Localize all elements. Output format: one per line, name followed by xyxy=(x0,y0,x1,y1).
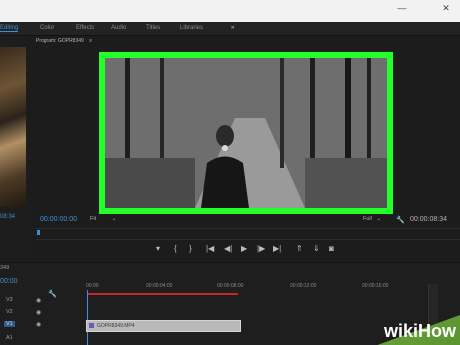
step-back-button[interactable]: ◀| xyxy=(224,244,232,253)
source-timecode: 08:34 xyxy=(0,214,16,220)
window-title-bar: — ✕ xyxy=(0,0,460,22)
eye-icon[interactable]: ◉ xyxy=(36,321,41,328)
playhead-marker[interactable] xyxy=(37,230,40,235)
extract-button[interactable]: ⇓ xyxy=(313,244,320,253)
tab-titles[interactable]: Titles xyxy=(146,25,160,31)
quality-label: Full xyxy=(363,216,372,222)
chevron-down-icon: ⌄ xyxy=(376,216,382,222)
track-label-a1[interactable]: A1 xyxy=(6,335,13,341)
timeline-playhead[interactable] xyxy=(87,290,88,345)
more-workspaces-button[interactable]: » xyxy=(231,25,234,31)
sequence-tab[interactable]: 349 xyxy=(0,265,9,271)
tab-color[interactable]: Color xyxy=(40,25,54,31)
tab-effects[interactable]: Effects xyxy=(76,25,94,31)
go-to-in-button[interactable]: |◀ xyxy=(206,244,214,253)
workspace-bar: Editing Color Effects Audio Titles Libra… xyxy=(0,22,460,36)
track-label-v3[interactable]: V3 xyxy=(6,297,13,303)
resolution-dropdown[interactable]: Full ⌄ xyxy=(363,216,381,222)
program-video-frame[interactable] xyxy=(105,58,387,208)
track-label-v1[interactable]: V1 xyxy=(4,321,15,327)
go-to-out-button[interactable]: ▶| xyxy=(273,244,281,253)
sequence-duration: 00:00:08:34 xyxy=(410,216,447,223)
lift-button[interactable]: ⇑ xyxy=(296,244,303,253)
time-tick: 00:00 xyxy=(86,283,99,289)
tab-libraries[interactable]: Libraries xyxy=(180,25,203,31)
wikihow-logo-how: How xyxy=(418,321,456,341)
program-title: Program: GOPR8349 xyxy=(36,38,84,44)
mark-in-button[interactable]: { xyxy=(174,244,177,253)
tab-audio[interactable]: Audio xyxy=(111,25,126,31)
time-tick: 00:00:08:00 xyxy=(217,283,244,289)
add-marker-button[interactable]: ▾ xyxy=(156,244,160,253)
mark-out-button[interactable]: } xyxy=(189,244,192,253)
eye-icon[interactable]: ◉ xyxy=(36,297,41,304)
program-time-ruler[interactable] xyxy=(36,228,460,240)
program-monitor-header: Program: GOPR8349 ≡ xyxy=(36,38,92,44)
time-tick: 00:00:04:00 xyxy=(146,283,173,289)
in-out-range-bar[interactable] xyxy=(88,293,238,295)
export-frame-icon[interactable]: ◙ xyxy=(329,244,334,253)
track-label-v2[interactable]: V2 xyxy=(6,309,13,315)
tab-editing[interactable]: Editing xyxy=(0,25,19,32)
play-button[interactable]: ▶ xyxy=(241,244,247,253)
minimize-button[interactable]: — xyxy=(396,2,408,14)
chevron-down-icon: ⌄ xyxy=(111,216,117,222)
wikihow-logo-wiki: wiki xyxy=(383,321,418,341)
wikihow-logo: wikiHow xyxy=(348,320,456,342)
wrench-icon[interactable]: 🔧 xyxy=(396,216,405,224)
timeline-timecode[interactable]: 00:00 xyxy=(0,278,18,285)
forest-trail-image xyxy=(105,58,387,208)
close-button[interactable]: ✕ xyxy=(440,2,452,14)
time-tick: 00:00:12:00 xyxy=(290,283,317,289)
zoom-fit-dropdown[interactable]: Fit ⌄ xyxy=(90,216,116,222)
wrench-icon[interactable]: 🔧 xyxy=(48,290,57,298)
playhead-timecode[interactable]: 00:00:00:00 xyxy=(40,216,77,223)
eye-icon[interactable]: ◉ xyxy=(36,309,41,316)
panel-menu-icon[interactable]: ≡ xyxy=(89,38,92,44)
step-forward-button[interactable]: |▶ xyxy=(257,244,265,253)
video-clip[interactable]: GOPR8349.MP4 xyxy=(86,320,241,332)
fx-badge-icon xyxy=(89,323,94,328)
fit-label: Fit xyxy=(90,216,97,222)
time-tick: 00:00:16:00 xyxy=(362,283,389,289)
source-thumbnail xyxy=(0,47,26,207)
